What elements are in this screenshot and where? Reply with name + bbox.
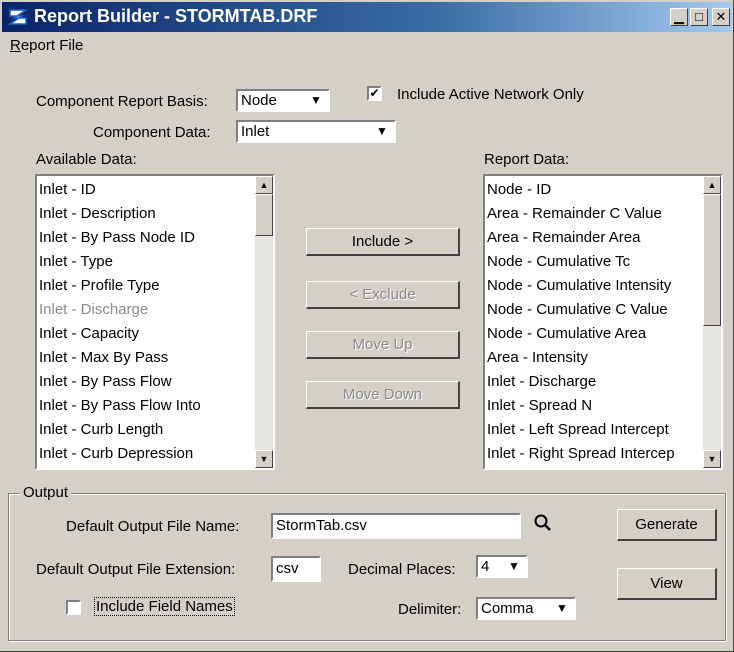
output-file-name-field[interactable]: StormTab.csv <box>271 513 521 539</box>
list-item[interactable]: Inlet - Max By Pass <box>39 346 253 370</box>
component-data-label: Component Data: <box>93 124 211 141</box>
list-item[interactable]: Inlet - Right Spread Intercep <box>487 442 701 466</box>
list-item[interactable]: Node - Cumulative Tc <box>487 250 701 274</box>
list-item[interactable]: Inlet - By Pass Node ID <box>39 226 253 250</box>
available-data-list[interactable]: Inlet - ID Inlet - Description Inlet - By … <box>35 174 275 470</box>
available-scrollbar[interactable]: ▲ ▼ <box>255 176 273 468</box>
app-logo-icon <box>7 9 29 25</box>
title-bar[interactable]: Report Builder - STORMTAB.DRF ▁ □ ✕ <box>2 2 732 32</box>
move-up-button[interactable]: Move Up <box>306 331 460 359</box>
list-item[interactable]: Inlet - ID <box>39 178 253 202</box>
minimize-icon: ▁ <box>674 9 684 24</box>
output-group-title: Output <box>20 484 72 501</box>
include-field-names-label-wrap: Include Field Names <box>94 597 235 616</box>
list-item[interactable]: Inlet - By Pass Flow Into <box>39 394 253 418</box>
output-extension-field[interactable]: csv <box>271 556 321 582</box>
delimiter-select[interactable]: Comma ▼ <box>476 597 576 620</box>
scroll-thumb[interactable] <box>255 194 273 236</box>
include-field-names-checkbox[interactable] <box>66 600 81 615</box>
scroll-thumb[interactable] <box>703 194 721 326</box>
generate-button[interactable]: Generate <box>617 509 717 541</box>
list-item[interactable]: Area - Remainder C Value <box>487 202 701 226</box>
move-down-button[interactable]: Move Down <box>306 381 460 409</box>
include-active-network-label: Include Active Network Only <box>397 86 584 103</box>
component-data-select[interactable]: Inlet ▼ <box>236 120 396 143</box>
component-data-value: Inlet <box>241 123 270 140</box>
component-basis-value: Node <box>241 92 277 109</box>
chevron-down-icon: ▼ <box>556 601 568 615</box>
maximize-button[interactable]: □ <box>690 8 708 26</box>
delimiter-value: Comma <box>481 600 534 617</box>
list-item[interactable]: Inlet - Profile Type <box>39 274 253 298</box>
list-item[interactable]: Area - Intensity <box>487 346 701 370</box>
output-extension-label: Default Output File Extension: <box>36 561 236 578</box>
component-basis-select[interactable]: Node ▼ <box>236 89 330 112</box>
decimal-places-value: 4 <box>481 558 490 575</box>
scroll-down-button[interactable]: ▼ <box>255 450 273 468</box>
report-builder-window: Report Builder - STORMTAB.DRF ▁ □ ✕ Repo… <box>0 0 734 652</box>
list-item[interactable]: Inlet - Spread N <box>487 394 701 418</box>
list-item[interactable]: Node - Cumulative Intensity <box>487 274 701 298</box>
scroll-down-button[interactable]: ▼ <box>703 450 721 468</box>
minimize-button[interactable]: ▁ <box>670 8 688 26</box>
component-basis-label: Component Report Basis: <box>36 93 208 110</box>
list-item[interactable]: Node - ID <box>487 178 701 202</box>
menu-bar: Report File <box>2 32 732 60</box>
exclude-button[interactable]: < Exclude <box>306 281 460 309</box>
available-items: Inlet - ID Inlet - Description Inlet - By … <box>39 178 253 466</box>
list-item[interactable]: Node - Cumulative C Value <box>487 298 701 322</box>
include-active-network-checkbox[interactable]: ✔ <box>367 86 382 101</box>
maximize-icon: □ <box>695 9 703 24</box>
decimal-places-label: Decimal Places: <box>348 561 456 578</box>
view-button[interactable]: View <box>617 568 717 600</box>
report-items: Node - ID Area - Remainder C Value Area - … <box>487 178 701 466</box>
list-item[interactable]: Inlet - Curb Length <box>39 418 253 442</box>
list-item[interactable]: Inlet - Discharge <box>39 298 253 322</box>
list-item[interactable]: Inlet - Type <box>39 250 253 274</box>
search-icon[interactable] <box>533 513 553 533</box>
chevron-down-icon: ▼ <box>310 93 322 107</box>
list-item[interactable]: Inlet - Discharge <box>487 370 701 394</box>
window-title: Report Builder - STORMTAB.DRF <box>34 6 318 26</box>
list-item[interactable]: Inlet - Curb Depression <box>39 442 253 466</box>
list-item[interactable]: Inlet - Description <box>39 202 253 226</box>
report-scrollbar[interactable]: ▲ ▼ <box>703 176 721 468</box>
close-icon: ✕ <box>715 9 727 24</box>
scroll-up-button[interactable]: ▲ <box>255 176 273 194</box>
close-button[interactable]: ✕ <box>712 8 730 26</box>
list-item[interactable]: Area - Remainder Area <box>487 226 701 250</box>
chevron-down-icon: ▼ <box>508 559 520 573</box>
delimiter-label: Delimiter: <box>398 601 462 618</box>
decimal-places-select[interactable]: 4 ▼ <box>476 555 528 578</box>
list-item[interactable]: Node - Cumulative Area <box>487 322 701 346</box>
available-data-label: Available Data: <box>36 151 137 168</box>
menu-report-file[interactable]: Report File <box>10 37 83 54</box>
include-field-names-label: Include Field Names <box>94 597 235 616</box>
list-item[interactable]: Inlet - Left Spread Intercept <box>487 418 701 442</box>
output-file-name-label: Default Output File Name: <box>66 518 240 535</box>
checkmark-icon: ✔ <box>369 86 380 100</box>
report-data-label: Report Data: <box>484 151 570 168</box>
scroll-up-button[interactable]: ▲ <box>703 176 721 194</box>
list-item[interactable]: Inlet - Capacity <box>39 322 253 346</box>
report-data-list[interactable]: Node - ID Area - Remainder C Value Area - … <box>483 174 723 470</box>
include-button[interactable]: Include > <box>306 228 460 256</box>
chevron-down-icon: ▼ <box>376 124 388 138</box>
list-item[interactable]: Inlet - By Pass Flow <box>39 370 253 394</box>
